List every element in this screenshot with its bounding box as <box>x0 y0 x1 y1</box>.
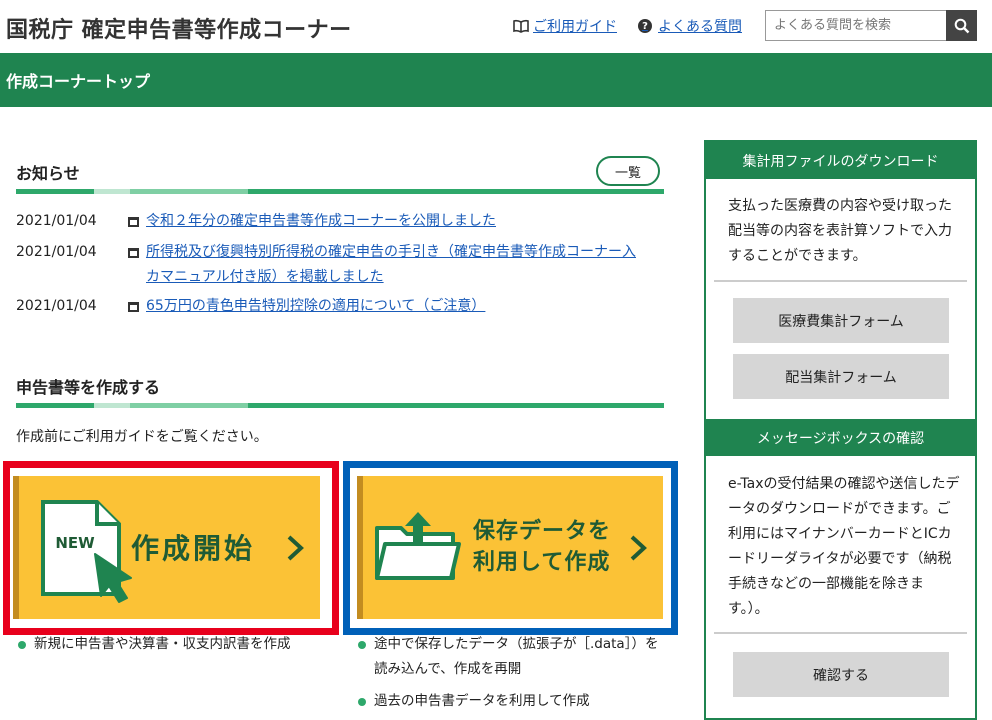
dividend-form-button[interactable]: 配当集計フォーム <box>733 354 949 399</box>
page-icon <box>128 240 146 290</box>
guide-link-label: ご利用ガイド <box>533 19 617 35</box>
start-bullet-text: 新規に申告書や決算書・収支内訳書を作成 <box>34 636 291 652</box>
question-icon: ? <box>638 19 652 33</box>
download-heading: 集計用ファイルのダウンロード <box>706 142 975 179</box>
create-heading-rule <box>16 403 664 408</box>
site-header: 国税庁 確定申告書等作成コーナー ご利用ガイド ? よくある質問 <box>0 0 992 53</box>
search-button[interactable] <box>946 10 977 41</box>
faq-link[interactable]: ? よくある質問 <box>638 16 742 36</box>
search-icon <box>954 18 969 33</box>
divider <box>714 632 967 634</box>
start-bullet: 新規に申告書や決算書・収支内訳書を作成 <box>18 632 338 657</box>
saved-bullet: 過去の申告書データを利用して作成 <box>358 689 668 714</box>
news-list-button[interactable]: 一覧 <box>596 156 660 186</box>
news-date: 2021/01/04 <box>16 244 97 260</box>
page-icon <box>128 294 146 321</box>
messagebox-description: e-Taxの受付結果の確認や送信したデータのダウンロードができます。ご利用にはマ… <box>728 476 960 617</box>
saved-bullet-text: 過去の申告書データを利用して作成 <box>374 693 590 709</box>
saved-data-label-line2: 利用して作成 <box>473 550 611 575</box>
page-icon <box>128 209 146 236</box>
guide-link[interactable]: ご利用ガイド <box>513 16 617 36</box>
bullet-dot <box>18 641 26 649</box>
news-link[interactable]: 所得税及び復興特別所得税の確定申告の手引き（確定申告書等作成コーナー入カマニュア… <box>146 240 646 290</box>
create-heading: 申告書等を作成する <box>16 378 161 397</box>
faq-link-label: よくある質問 <box>658 19 742 35</box>
saved-data-label-line1: 保存データを <box>473 519 612 544</box>
folder-upload-icon <box>375 512 461 580</box>
intro-text: 作成前にご利用ガイドをご覧ください。 <box>16 429 268 445</box>
news-item: 2021/01/04 65万円の青色申告特別控除の適用について（ご注意） <box>16 294 646 321</box>
messagebox-confirm-button[interactable]: 確認する <box>733 652 949 697</box>
bullet-dot <box>358 641 366 649</box>
messagebox-heading: メッセージボックスの確認 <box>706 419 975 456</box>
news-date: 2021/01/04 <box>16 213 97 229</box>
new-document-icon: NEW <box>41 500 132 603</box>
news-date: 2021/01/04 <box>16 298 97 314</box>
page-title-bar: 作成コーナートップ <box>0 53 992 107</box>
medical-expense-form-button[interactable]: 医療費集計フォーム <box>733 298 949 343</box>
search-input[interactable] <box>765 10 947 41</box>
saved-bullet-text: 途中で保存したデータ（拡張子が［.data］）を読み込んで、作成を再開 <box>374 636 659 677</box>
chevron-right-icon <box>630 535 647 561</box>
bullet-dot <box>358 698 366 706</box>
saved-data-label: 保存データを 利用して作成 <box>473 516 611 578</box>
new-badge: NEW <box>55 534 95 552</box>
divider <box>714 280 967 282</box>
news-link[interactable]: 令和２年分の確定申告書等作成コーナーを公開しました <box>146 209 646 236</box>
start-create-label: 作成開始 <box>131 532 256 565</box>
news-heading-rule <box>16 189 664 194</box>
book-icon <box>513 19 529 33</box>
news-heading: お知らせ <box>16 164 80 183</box>
page-title: 作成コーナートップ <box>6 72 151 91</box>
chevron-right-icon <box>287 535 304 561</box>
download-description: 支払った医療費の内容や受け取った配当等の内容を表計算ソフトで入力することができま… <box>728 198 952 264</box>
news-item: 2021/01/04 所得税及び復興特別所得税の確定申告の手引き（確定申告書等作… <box>16 240 646 290</box>
site-title: 国税庁 確定申告書等作成コーナー <box>6 18 352 43</box>
saved-bullet: 途中で保存したデータ（拡張子が［.data］）を読み込んで、作成を再開 <box>358 632 668 682</box>
saved-data-create-button[interactable]: 保存データを 利用して作成 <box>357 476 663 619</box>
news-link[interactable]: 65万円の青色申告特別控除の適用について（ご注意） <box>146 294 646 321</box>
start-create-button[interactable]: NEW 作成開始 <box>13 476 320 619</box>
sidebar: 集計用ファイルのダウンロード 支払った医療費の内容や受け取った配当等の内容を表計… <box>704 140 977 720</box>
news-item: 2021/01/04 令和２年分の確定申告書等作成コーナーを公開しました <box>16 209 646 236</box>
